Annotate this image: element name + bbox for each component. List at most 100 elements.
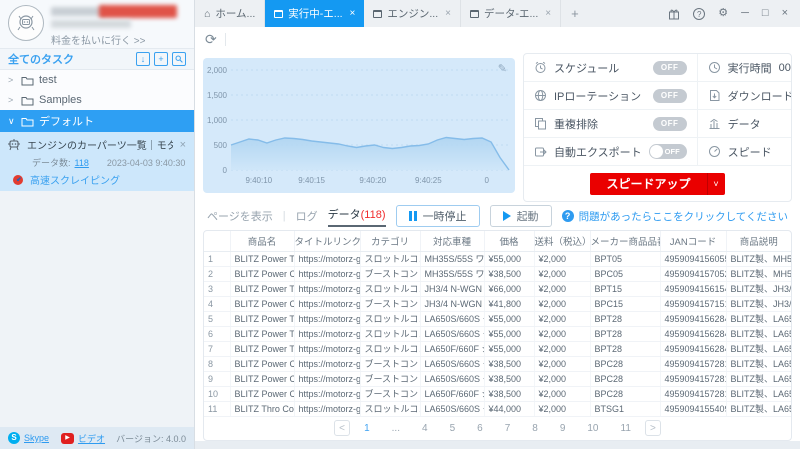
maximize-icon[interactable]: □ <box>762 8 769 19</box>
table-row[interactable]: 2BLITZ Power Co...https://motorz-ga...ブー… <box>204 266 791 282</box>
table-row[interactable]: 7BLITZ Power Th...https://motorz-ga...スロ… <box>204 341 791 357</box>
toggle-switch[interactable]: OFF <box>648 144 687 159</box>
column-header: カテゴリ <box>360 231 421 252</box>
table-cell: スロットルコン... <box>360 341 421 357</box>
toggle-switch[interactable]: OFF <box>652 88 687 103</box>
stat-label: データ <box>727 118 761 131</box>
content-row: ✎ 0 500 1,000 1,500 2,000 9:40:10 9:40:15 9:40:… <box>195 52 800 202</box>
svg-text:1,000: 1,000 <box>207 116 228 125</box>
task-close-icon[interactable]: × <box>178 139 188 151</box>
tab-close-icon[interactable]: × <box>350 8 356 19</box>
table-cell: 9 <box>204 371 231 387</box>
new-task-icon[interactable]: + <box>154 52 168 66</box>
folder-row-デフォルト[interactable]: ∨ デフォルト <box>0 110 194 132</box>
prev-page-icon[interactable]: < <box>334 420 351 437</box>
tab-3[interactable]: データ-エ... × <box>461 0 562 27</box>
page-number[interactable]: 4 <box>422 423 428 434</box>
task-card[interactable]: エンジンのカーパーツ一覧｜モタガレ-スク... × データ数: 118 2023… <box>0 132 194 191</box>
chevron-down-icon[interactable]: ∨ <box>8 116 16 127</box>
page-number[interactable]: 6 <box>477 423 483 434</box>
chevron-right-icon[interactable]: > <box>8 95 16 105</box>
help-icon[interactable]: ? <box>693 7 706 20</box>
table-row[interactable]: 8BLITZ Power Co...https://motorz-ga...ブー… <box>204 356 791 372</box>
video-link[interactable]: ビデオ <box>78 432 105 445</box>
search-task-icon[interactable] <box>172 52 186 66</box>
table-cell: BLITZ製、LA650... <box>726 341 791 357</box>
start-button[interactable]: 起動 <box>489 205 552 227</box>
play-icon <box>502 211 511 221</box>
page-number[interactable]: 5 <box>450 423 456 434</box>
tab-close-icon[interactable]: × <box>545 8 551 19</box>
table-row[interactable]: 3BLITZ Power Th...https://motorz-ga...スロ… <box>204 281 791 297</box>
folder-row-Samples[interactable]: > Samples <box>0 90 194 110</box>
download-icon <box>709 90 720 101</box>
toggle-switch[interactable]: OFF <box>652 60 687 75</box>
table-cell: ¥2,000 <box>534 281 591 297</box>
table-cell: BLITZ Power Th... <box>230 326 295 342</box>
table-row[interactable]: 5BLITZ Power Th...https://motorz-ga...スロ… <box>204 311 791 327</box>
tab-close-icon[interactable]: × <box>445 8 451 19</box>
folder-icon <box>21 96 34 105</box>
main-area: ⌂ ホーム... 実行中-エ... × エンジン... × データ-エ... × + ? ⚙ … <box>195 0 800 449</box>
task-timestamp: 2023-04-03 9:40:30 <box>106 157 186 168</box>
tab-log[interactable]: ログ <box>296 208 318 224</box>
user-info-redacted: 料金を払いに行く >> <box>51 5 186 47</box>
pay-link[interactable]: 料金を払いに行く >> <box>51 32 145 47</box>
minimize-icon[interactable]: ─ <box>741 8 749 19</box>
table-row[interactable]: 11BLITZ Thro Con ...https://motorz-ga...… <box>204 401 791 417</box>
page-number[interactable]: 11 <box>621 423 631 434</box>
gift-icon[interactable] <box>668 8 680 20</box>
next-page-icon[interactable]: > <box>644 420 661 437</box>
settings-gear-icon[interactable]: ⚙ <box>718 8 728 19</box>
column-header: 商品名 <box>230 231 295 252</box>
page-number[interactable]: 7 <box>505 423 511 434</box>
folder-row-test[interactable]: > test <box>0 70 194 90</box>
chevron-right-icon[interactable]: > <box>8 75 16 85</box>
pagination: < 1... 4 5 6 7 8 9 10 11 > <box>204 417 791 441</box>
edit-chart-icon[interactable]: ✎ <box>498 62 507 75</box>
table-cell: BLITZ Power Th... <box>230 281 295 297</box>
task-data-count-link[interactable]: 118 <box>75 158 89 168</box>
tab-data[interactable]: データ(118) <box>327 206 386 227</box>
new-tab-button[interactable]: + <box>561 0 589 27</box>
speed-gauge-icon <box>13 174 23 185</box>
tasks-header-label: 全てのタスク <box>8 54 74 66</box>
user-area: 料金を払いに行く >> <box>0 0 194 48</box>
pause-icon <box>408 211 417 221</box>
table-cell: BPC28 <box>590 356 661 372</box>
table-cell: https://motorz-ga... <box>294 401 361 417</box>
toggle-switch[interactable]: OFF <box>652 116 687 131</box>
pause-button[interactable]: 一時停止 <box>395 205 480 227</box>
speed-up-label[interactable]: スピードアップ <box>590 173 706 195</box>
table-row[interactable]: 9BLITZ Power Co...https://motorz-ga...ブー… <box>204 371 791 387</box>
page-number[interactable]: 1 <box>364 423 370 434</box>
video-icon: ▶ <box>61 432 75 444</box>
import-task-icon[interactable]: ↓ <box>136 52 150 66</box>
status-panel: スケジュール OFF 実行時間 00:21:24 IPローテーション OFF ダウンロード0… <box>523 53 792 202</box>
trouble-help-link[interactable]: ? 問題があったらここをクリックしてください <box>561 209 788 224</box>
tab-home[interactable]: ⌂ ホーム... <box>195 0 266 27</box>
page-number[interactable]: 9 <box>560 423 566 434</box>
skype-link[interactable]: Skype <box>24 433 49 443</box>
table-row[interactable]: 10BLITZ Power Co...https://motorz-ga...ブ… <box>204 386 791 402</box>
page-number[interactable]: 10 <box>587 423 598 434</box>
table-row[interactable]: 1BLITZ Power Th...https://motorz-ga...スロ… <box>204 251 791 267</box>
table-cell: BLITZ製、LA650... <box>726 401 791 417</box>
tab-1[interactable]: 実行中-エ... × <box>265 0 365 27</box>
page-ellipsis: ... <box>391 422 400 434</box>
folder-label: デフォルト <box>39 116 94 128</box>
page-number[interactable]: 8 <box>532 423 538 434</box>
refresh-icon[interactable]: ⟳ <box>205 31 217 48</box>
close-window-icon[interactable]: × <box>782 8 788 19</box>
table-row[interactable]: 4BLITZ Power Co...https://motorz-ga...ブー… <box>204 296 791 312</box>
question-circle-icon: ? <box>561 210 574 222</box>
speed-up-dropdown-icon[interactable]: ˅ <box>706 172 725 195</box>
table-cell: スロットルコン... <box>360 281 421 297</box>
tab-2[interactable]: エンジン... × <box>364 0 461 27</box>
speed-up-button[interactable]: スピードアップ ˅ <box>590 172 725 195</box>
table-cell: BPT28 <box>590 311 661 327</box>
avatar[interactable] <box>8 5 44 41</box>
table-cell: ¥2,000 <box>534 401 591 417</box>
table-row[interactable]: 6BLITZ Power Th...https://motorz-ga...スロ… <box>204 326 791 342</box>
tab-view-page[interactable]: ページを表示 <box>207 208 273 224</box>
